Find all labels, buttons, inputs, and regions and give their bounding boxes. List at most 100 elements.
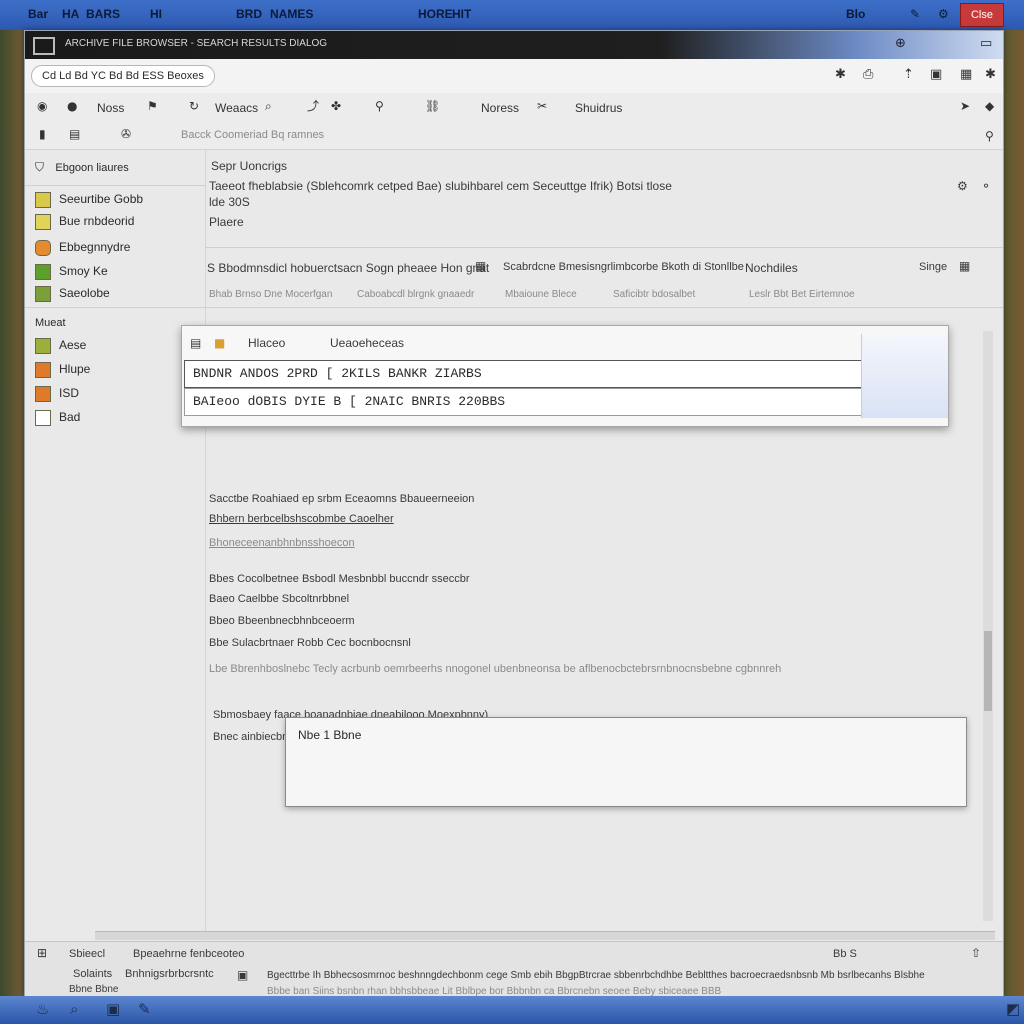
sidebar-item[interactable]: Hlupe bbox=[35, 359, 200, 379]
sub-filter[interactable]: Mbaioune Blece bbox=[505, 289, 577, 300]
arrow-icon[interactable]: ➤ bbox=[960, 99, 970, 113]
menu-item[interactable]: HI bbox=[150, 7, 162, 21]
scroll-thumb[interactable] bbox=[984, 631, 992, 711]
tray-icon[interactable]: ◩ bbox=[1006, 1000, 1020, 1018]
menu-item[interactable]: BARS bbox=[86, 7, 120, 21]
wrench-icon[interactable]: ✇ bbox=[121, 127, 131, 141]
search-result-row[interactable]: BNDNR ANDOS 2PRD [ 2KILS BANKR ZIARBS bbox=[184, 360, 870, 388]
tag-icon[interactable]: ✂ bbox=[537, 99, 547, 113]
toolbar-item[interactable]: Shuidrus bbox=[575, 101, 622, 115]
back-icon[interactable]: ◉ bbox=[37, 99, 47, 113]
sidebar-item[interactable]: Aese bbox=[35, 335, 200, 355]
filter-item[interactable]: Scabrdcne Bmesisngrlimbcorbe Bkoth di St… bbox=[503, 261, 744, 273]
bug-icon[interactable]: ✱ bbox=[835, 67, 846, 82]
record-icon[interactable]: ● bbox=[67, 99, 77, 113]
filter-icon[interactable]: ⚲ bbox=[375, 99, 384, 113]
taskbar: ♨ ⌕ ▣ ✎ ◩ bbox=[0, 996, 1024, 1024]
filter-item[interactable]: Nochdiles bbox=[745, 261, 798, 275]
restore-icon[interactable]: ▭ bbox=[980, 36, 992, 51]
sidebar-item[interactable]: Smoy Ke bbox=[35, 261, 200, 281]
menu-item[interactable]: HORE bbox=[418, 7, 453, 21]
doc-icon[interactable]: ▣ bbox=[237, 968, 248, 982]
address-bar: Cd Ld Bd YC Bd Bd ESS Beoxes ✱ ⎙ ⇡ ▣ ▦ ✱ bbox=[25, 59, 1003, 94]
sidebar-item[interactable]: Seeurtibe Gobb bbox=[35, 189, 200, 209]
window-title: ARCHIVE FILE BROWSER - SEARCH RESULTS DI… bbox=[65, 38, 328, 49]
description: Taeeot fheblabsie (Sblehcomrk cetped Bae… bbox=[209, 179, 672, 193]
arrow-left-icon[interactable]: ◆ bbox=[985, 99, 994, 113]
status-label: Bnhnigsrbrbcrsntc bbox=[125, 968, 214, 980]
pen-icon[interactable]: ✎ bbox=[910, 7, 920, 21]
sidebar-item[interactable]: Bue rnbdeorid bbox=[35, 211, 200, 231]
menu-item[interactable]: NAMES bbox=[270, 7, 313, 21]
cursor-icon[interactable]: ⤴ bbox=[307, 97, 319, 114]
clip-icon[interactable]: ▮ bbox=[39, 127, 46, 141]
window-icon[interactable]: ▣ bbox=[106, 1000, 120, 1018]
sidebar-header[interactable]: ⛉ Ebgoon liaures bbox=[35, 157, 200, 177]
cloud-icon bbox=[35, 239, 51, 256]
filter-icon[interactable]: ▦ bbox=[475, 259, 486, 273]
pin-icon[interactable]: ⊕ bbox=[895, 36, 906, 51]
menu-item[interactable]: HIT bbox=[452, 7, 471, 21]
sidebar-header-label: Ebgoon liaures bbox=[55, 162, 129, 174]
arrow-up-icon[interactable]: ⇧ bbox=[971, 946, 981, 960]
puzzle-icon[interactable]: ✤ bbox=[331, 99, 341, 113]
vertical-scrollbar[interactable] bbox=[983, 331, 993, 921]
filter-bar[interactable]: S Bbodmnsdicl hobuerctsacn Sogn pheaee H… bbox=[207, 261, 489, 275]
sub-filter[interactable]: Caboabcdl blrgnk gnaaedr bbox=[357, 289, 474, 300]
result-preview bbox=[861, 334, 948, 418]
search-icon[interactable]: ⌕ bbox=[265, 99, 272, 114]
bug2-icon[interactable]: ✱ bbox=[985, 67, 996, 82]
folder-icon bbox=[35, 213, 51, 230]
filter-item[interactable]: Singe bbox=[919, 261, 947, 273]
flag-icon[interactable]: ⚑ bbox=[147, 99, 158, 113]
pin-icon[interactable]: ⚲ bbox=[985, 129, 994, 143]
menu-item[interactable]: BRD bbox=[236, 7, 262, 21]
print-icon[interactable]: ⎙ bbox=[863, 67, 873, 82]
note-panel[interactable]: Nbe 1 Bbne bbox=[285, 717, 967, 807]
save-icon[interactable]: ▣ bbox=[930, 67, 942, 82]
info-icon[interactable]: ⚬ bbox=[981, 179, 991, 193]
search-result-row[interactable]: BAIeoo dOBIS DYIE B [ 2NAIC BNRIS 220BBS bbox=[184, 388, 870, 416]
toolbar-item[interactable]: Noss bbox=[97, 101, 124, 115]
path-field[interactable]: Cd Ld Bd YC Bd Bd ESS Beoxes bbox=[31, 65, 215, 87]
menu-item[interactable]: HA bbox=[62, 7, 79, 21]
sub-filter[interactable]: Bhab Brnso Dne Mocerfgan bbox=[209, 289, 332, 300]
horizontal-scrollbar[interactable] bbox=[95, 931, 995, 940]
detail-row[interactable]: Bbeo Bbeenbnecbhnbceoerm bbox=[209, 615, 355, 627]
detail-row[interactable]: Bbes Cocolbetnee Bsbodl Mesbnbbl buccndr… bbox=[209, 573, 469, 585]
detail-row[interactable]: Bbe Sulacbrtnaer Robb Cec bocnbocnsnl bbox=[209, 637, 411, 649]
start-icon[interactable]: ♨ bbox=[36, 1000, 49, 1018]
settings-icon[interactable]: ⚙ bbox=[957, 179, 968, 193]
refresh-icon[interactable]: ↻ bbox=[189, 99, 199, 113]
menu-item[interactable]: Bar bbox=[28, 7, 48, 21]
close-button[interactable]: Clse bbox=[960, 3, 1004, 27]
sidebar-item[interactable]: ISD bbox=[35, 383, 200, 403]
detail-row[interactable]: Baeo Caelbbe Sbcoltnrbbnel bbox=[209, 593, 349, 605]
search-icon[interactable]: ⌕ bbox=[70, 1000, 78, 1018]
sub-filter[interactable]: Saficibtr bdosalbet bbox=[613, 289, 695, 300]
pen-icon[interactable]: ✎ bbox=[138, 1000, 151, 1018]
grid-icon[interactable]: ▦ bbox=[960, 67, 972, 82]
folder-icon: ▤ bbox=[190, 336, 202, 350]
page-title: Sepr Uoncrigs bbox=[211, 159, 288, 173]
sidebar-item-label: Bue rnbdeorid bbox=[59, 214, 135, 228]
toolbar-item[interactable]: Noress bbox=[481, 101, 519, 115]
list-subtitle[interactable]: Bhbern berbcelbshscobmbe Caoelher bbox=[209, 513, 394, 525]
grid-icon[interactable]: ▦ bbox=[959, 259, 970, 273]
doc-icon[interactable]: ▤ bbox=[69, 127, 80, 141]
folder-orange-icon bbox=[35, 385, 51, 402]
upload-icon[interactable]: ⇡ bbox=[903, 67, 914, 82]
sidebar-item[interactable]: Ebbegnnydre bbox=[35, 237, 200, 257]
sidebar-item[interactable]: Saeolobe bbox=[35, 283, 200, 303]
shield-icon: ⛉ bbox=[35, 160, 45, 174]
tree-icon[interactable]: ⊞ bbox=[37, 946, 47, 960]
dropdown-header: Hlaceo bbox=[248, 336, 286, 350]
sidebar-item[interactable]: Bad bbox=[35, 407, 200, 427]
toolbar-item[interactable]: Weaacs bbox=[215, 101, 258, 115]
gear-icon[interactable]: ⚙ bbox=[938, 7, 949, 21]
sub-filter[interactable]: Leslr Bbt Bet Eirtemnoe bbox=[749, 289, 855, 300]
menu-item[interactable]: Blo bbox=[846, 7, 865, 21]
link-icon[interactable]: ⛓ bbox=[425, 99, 440, 113]
folder-orange-icon bbox=[35, 361, 51, 378]
list-subtitle[interactable]: Bhoneceenanbhnbnsshoecon bbox=[209, 537, 355, 549]
